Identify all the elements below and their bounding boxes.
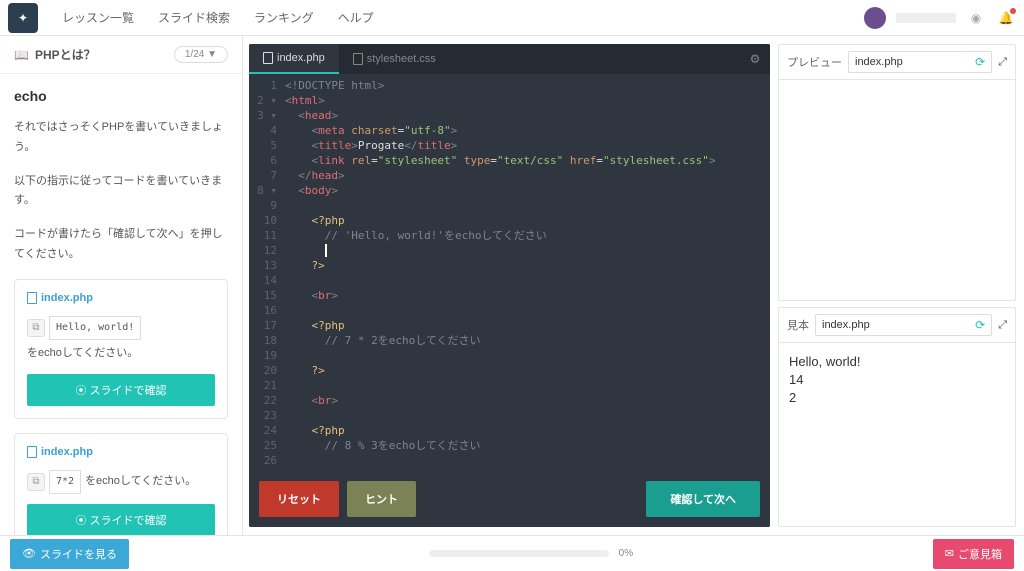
gear-icon[interactable]: ⚙ — [740, 44, 770, 74]
instruction-text: コードが書けたら「確認して次へ」を押してください。 — [14, 225, 228, 265]
task-body: ⧉ 7*2 をechoしてください。 — [27, 470, 215, 494]
footer: 👁 スライドを見る 0% ✉ ご意見箱 — [0, 535, 1024, 571]
instruction-text: それではさっそくPHPを書いていきましょう。 — [14, 118, 228, 158]
preview-panel: プレビュー index.php⟳ ⤢ 見本 index.php⟳ ⤢ Hello… — [778, 44, 1016, 527]
instruction-text: 以下の指示に従ってコードを書いていきます。 — [14, 172, 228, 212]
editor-tabs: index.phpstylesheet.css ⚙ — [249, 44, 770, 74]
reset-button[interactable]: リセット — [259, 481, 339, 517]
task-card: index.php ⧉ 7*2 をechoしてください。 ⦿ スライドで確認 — [14, 433, 228, 535]
reload-icon[interactable]: ⟳ — [975, 318, 985, 332]
copy-icon[interactable]: ⧉ — [27, 319, 45, 337]
sample-output: Hello, world!142 — [779, 343, 1015, 526]
sample-box: 見本 index.php⟳ ⤢ Hello, world!142 — [778, 307, 1016, 527]
code-chip: Hello, world! — [49, 316, 141, 340]
check-slide-button[interactable]: ⦿ スライドで確認 — [27, 504, 215, 535]
header: ✦ レッスン一覧スライド検索ランキングヘルプ ◉ 🔔 — [0, 0, 1024, 36]
bell-icon[interactable]: 🔔 — [996, 8, 1016, 28]
username — [896, 13, 956, 23]
task-card: index.php ⧉ Hello, world! をechoしてください。 ⦿… — [14, 279, 228, 419]
sample-label: 見本 — [787, 317, 809, 333]
lesson-title: 📖 PHPとは？ — [14, 46, 96, 63]
nav-link[interactable]: ヘルプ — [326, 11, 386, 25]
task-file: index.php — [27, 292, 215, 304]
nav-link[interactable]: スライド検索 — [146, 11, 242, 25]
progress-bar — [429, 550, 609, 557]
sample-file-select[interactable]: index.php⟳ — [815, 314, 992, 336]
nav-link[interactable]: レッスン一覧 — [50, 11, 146, 25]
preview-file-select[interactable]: index.php⟳ — [848, 51, 992, 73]
confirm-button[interactable]: 確認して次へ — [646, 481, 760, 517]
code-chip: 7*2 — [49, 470, 81, 494]
section-heading: echo — [14, 88, 228, 104]
file-icon — [27, 292, 37, 304]
avatar[interactable] — [864, 7, 886, 29]
expand-icon[interactable]: ⤢ — [998, 56, 1007, 69]
page-indicator[interactable]: 1/24 ▼ — [174, 46, 228, 63]
editor-tab[interactable]: index.php — [249, 44, 339, 74]
code-editor[interactable]: 1<!DOCTYPE html>2 ▾<html>3 ▾ <head>4 <me… — [249, 74, 770, 471]
preview-box: プレビュー index.php⟳ ⤢ — [778, 44, 1016, 301]
instructions-panel: 📖 PHPとは？ 1/24 ▼ echo それではさっそくPHPを書いていきまし… — [0, 36, 243, 535]
preview-output — [779, 80, 1015, 300]
task-file: index.php — [27, 446, 215, 458]
check-slide-button[interactable]: ⦿ スライドで確認 — [27, 374, 215, 406]
editor-footer: リセット ヒント 確認して次へ — [249, 471, 770, 527]
expand-icon[interactable]: ⤢ — [998, 319, 1007, 332]
feedback-button[interactable]: ✉ ご意見箱 — [933, 539, 1014, 569]
editor-panel: index.phpstylesheet.css ⚙ 1<!DOCTYPE html… — [249, 44, 770, 527]
logo[interactable]: ✦ — [8, 3, 38, 33]
copy-icon[interactable]: ⧉ — [27, 473, 45, 491]
editor-tab[interactable]: stylesheet.css — [339, 44, 450, 74]
task-body: ⧉ Hello, world! をechoしてください。 — [27, 316, 215, 364]
reload-icon[interactable]: ⟳ — [975, 55, 985, 69]
preview-label: プレビュー — [787, 54, 842, 70]
file-icon — [27, 446, 37, 458]
nav-link[interactable]: ランキング — [242, 11, 326, 25]
help-icon[interactable]: ◉ — [966, 8, 986, 28]
hint-button[interactable]: ヒント — [347, 481, 416, 517]
progress-text: 0% — [619, 548, 633, 559]
file-icon — [263, 52, 273, 64]
view-slide-button[interactable]: 👁 スライドを見る — [10, 539, 129, 569]
file-icon — [353, 53, 363, 65]
